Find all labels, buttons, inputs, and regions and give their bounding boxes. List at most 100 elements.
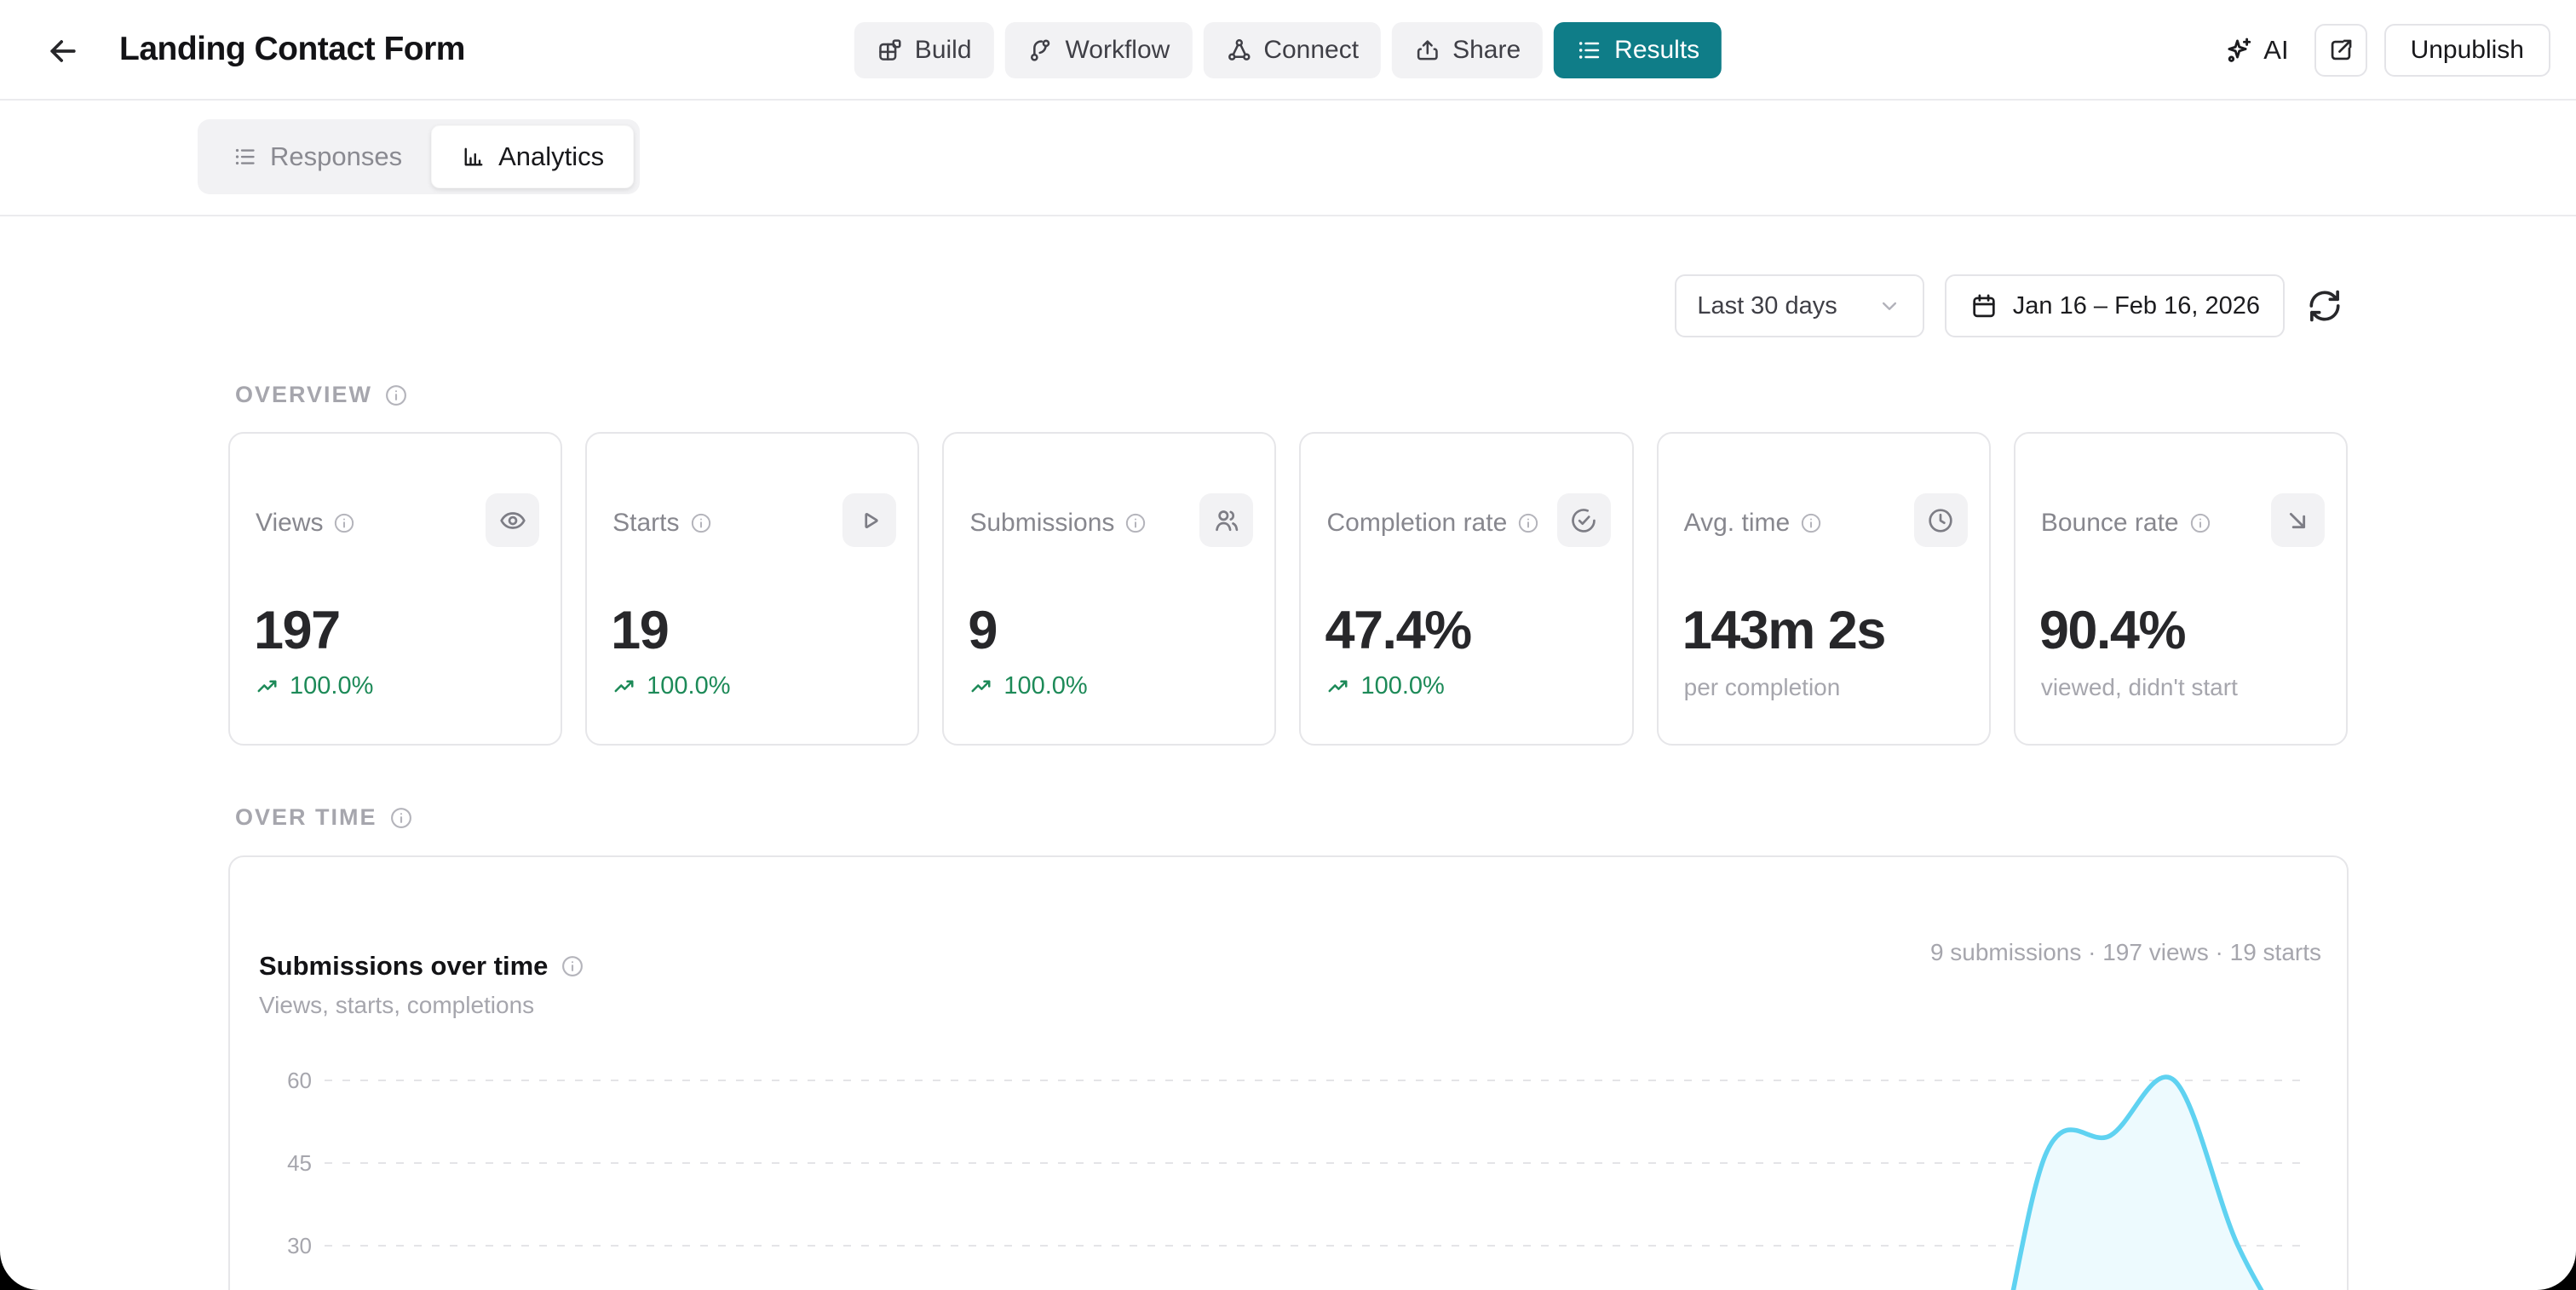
list-icon bbox=[1576, 37, 1603, 64]
stat-card-trend: 100.0% bbox=[1326, 672, 1444, 700]
info-icon[interactable] bbox=[1516, 511, 1540, 535]
tab-results[interactable]: Results bbox=[1554, 22, 1722, 78]
stat-card-label: Submissions bbox=[969, 509, 1114, 538]
stat-card-completion-rate: Completion rate 47.4% 100.0% bbox=[1299, 432, 1633, 746]
stat-card-label: Avg. time bbox=[1684, 509, 1791, 538]
stat-card-label-row: Submissions bbox=[969, 509, 1147, 538]
date-range-select-value: Last 30 days bbox=[1697, 292, 1837, 320]
bar-chart-icon bbox=[461, 144, 486, 170]
trending-up-icon bbox=[256, 674, 281, 700]
view-tabs-band: Responses Analytics bbox=[0, 102, 2576, 216]
users-icon bbox=[1199, 493, 1253, 547]
date-range-picker[interactable]: Jan 16 – Feb 16, 2026 bbox=[1945, 274, 2285, 337]
ai-button-label: AI bbox=[2263, 35, 2288, 66]
calendar-icon bbox=[1969, 291, 1998, 320]
stat-card-trend: 100.0% bbox=[256, 672, 373, 700]
check-circle-icon bbox=[1557, 493, 1611, 547]
stat-card-label-row: Views bbox=[256, 509, 356, 538]
app-window: Landing Contact Form Build Workflow Conn… bbox=[0, 0, 2576, 1290]
submissions-over-time-chart[interactable]: 304560 bbox=[230, 857, 2350, 1290]
over-time-section-title: OVER TIME bbox=[235, 804, 377, 831]
stat-card-trend-value: 100.0% bbox=[647, 672, 730, 700]
tab-connect-label: Connect bbox=[1263, 36, 1359, 65]
info-icon[interactable] bbox=[332, 511, 356, 535]
info-icon[interactable] bbox=[383, 383, 409, 408]
stat-card-value: 143m 2s bbox=[1682, 604, 1885, 658]
tab-workflow-label: Workflow bbox=[1066, 36, 1170, 65]
stat-card-trend-value: 100.0% bbox=[290, 672, 373, 700]
submissions-over-time-card: Submissions over time Views, starts, com… bbox=[228, 855, 2349, 1290]
over-time-section-label: OVER TIME bbox=[235, 804, 414, 831]
date-range-select[interactable]: Last 30 days bbox=[1675, 274, 1923, 337]
stat-card-label: Views bbox=[256, 509, 323, 538]
stat-card-views: Views 197 100.0% bbox=[228, 432, 562, 746]
stat-card-label-row: Starts bbox=[612, 509, 712, 538]
y-tick-45: 45 bbox=[287, 1150, 312, 1176]
stat-card-subtitle: per completion bbox=[1684, 674, 1841, 701]
stat-card-label: Bounce rate bbox=[2041, 509, 2179, 538]
overview-cards: Views 197 100.0% Starts 19 100.0% bbox=[228, 432, 2348, 746]
info-icon[interactable] bbox=[388, 805, 414, 831]
views-area bbox=[325, 1077, 2302, 1290]
stat-card-value: 9 bbox=[968, 604, 997, 658]
top-right-actions: AI Unpublish bbox=[2215, 24, 2550, 77]
ai-button[interactable]: AI bbox=[2215, 35, 2297, 66]
date-range-value: Jan 16 – Feb 16, 2026 bbox=[2013, 292, 2260, 320]
sparkles-icon bbox=[2223, 35, 2254, 66]
refresh-button[interactable] bbox=[2305, 286, 2344, 325]
stat-card-trend-value: 100.0% bbox=[1360, 672, 1444, 700]
stat-card-value: 47.4% bbox=[1325, 604, 1470, 658]
main-nav: Build Workflow Connect Share Results bbox=[854, 22, 1722, 78]
stat-card-label-row: Bounce rate bbox=[2041, 509, 2212, 538]
tab-share[interactable]: Share bbox=[1392, 22, 1543, 78]
users-icon-glyph bbox=[1212, 506, 1241, 535]
info-icon[interactable] bbox=[2188, 511, 2212, 535]
tab-workflow[interactable]: Workflow bbox=[1005, 22, 1193, 78]
tab-results-label: Results bbox=[1614, 36, 1699, 65]
tab-responses-label: Responses bbox=[270, 141, 402, 172]
workflow-icon bbox=[1027, 37, 1055, 64]
trending-up-icon bbox=[969, 674, 995, 700]
tab-analytics-label: Analytics bbox=[498, 141, 604, 172]
views-line bbox=[325, 1077, 2302, 1290]
clock-icon bbox=[1914, 493, 1968, 547]
stat-card-starts: Starts 19 100.0% bbox=[585, 432, 919, 746]
stat-card-label: Starts bbox=[612, 509, 679, 538]
stat-card-label-row: Completion rate bbox=[1326, 509, 1540, 538]
back-button[interactable] bbox=[44, 32, 82, 70]
page-title: Landing Contact Form bbox=[119, 31, 465, 68]
tab-build[interactable]: Build bbox=[854, 22, 994, 78]
play-icon bbox=[842, 493, 896, 547]
tab-build-label: Build bbox=[915, 36, 972, 65]
open-form-button[interactable] bbox=[2314, 24, 2367, 77]
unpublish-button[interactable]: Unpublish bbox=[2384, 24, 2550, 77]
check-circle-icon-glyph bbox=[1569, 506, 1598, 535]
stat-card-value: 197 bbox=[254, 604, 340, 658]
eye-icon bbox=[486, 493, 539, 547]
stat-card-label: Completion rate bbox=[1326, 509, 1507, 538]
tab-analytics[interactable]: Analytics bbox=[431, 125, 634, 188]
overview-section-label: OVERVIEW bbox=[235, 382, 409, 408]
connect-icon bbox=[1225, 37, 1252, 64]
clock-icon-glyph bbox=[1926, 506, 1955, 535]
tab-connect[interactable]: Connect bbox=[1203, 22, 1381, 78]
stat-card-submissions: Submissions 9 100.0% bbox=[942, 432, 1276, 746]
chevron-down-icon bbox=[1877, 293, 1902, 319]
top-bar: Landing Contact Form Build Workflow Conn… bbox=[0, 0, 2576, 101]
trending-up-icon bbox=[612, 674, 638, 700]
stat-card-trend: 100.0% bbox=[612, 672, 730, 700]
info-icon[interactable] bbox=[1124, 511, 1147, 535]
unpublish-button-label: Unpublish bbox=[2411, 36, 2524, 65]
info-icon[interactable] bbox=[1799, 511, 1823, 535]
stat-card-value: 90.4% bbox=[2039, 604, 2185, 658]
eye-icon-glyph bbox=[498, 506, 527, 535]
play-icon-glyph bbox=[855, 506, 884, 535]
arrow-down-right-icon-glyph bbox=[2283, 506, 2312, 535]
y-tick-60: 60 bbox=[287, 1068, 312, 1093]
stat-card-value: 19 bbox=[611, 604, 668, 658]
tab-responses[interactable]: Responses bbox=[204, 125, 431, 188]
info-icon[interactable] bbox=[689, 511, 713, 535]
stat-card-avg-time: Avg. time 143m 2s per completion bbox=[1657, 432, 1991, 746]
overview-section-title: OVERVIEW bbox=[235, 382, 372, 408]
stat-card-trend-value: 100.0% bbox=[1003, 672, 1087, 700]
